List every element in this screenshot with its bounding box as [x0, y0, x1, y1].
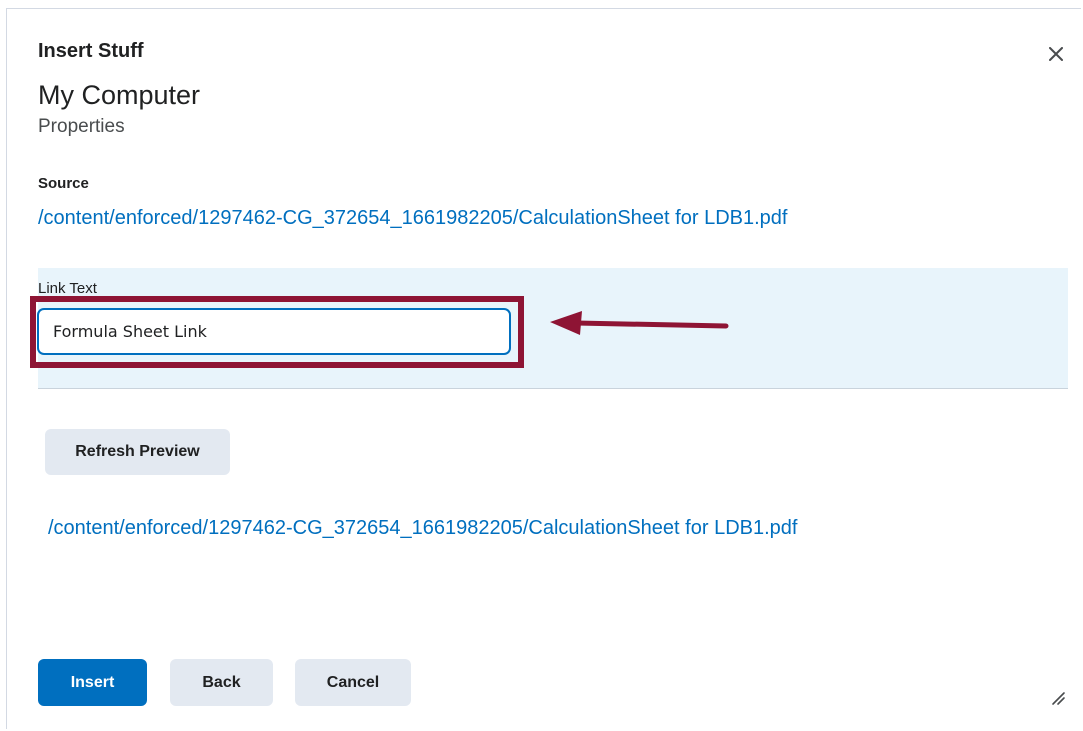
source-link[interactable]: /content/enforced/1297462-CG_372654_1661… — [38, 207, 787, 230]
close-button[interactable] — [1042, 40, 1070, 68]
section-heading: Properties — [38, 116, 125, 137]
page-subtitle: My Computer — [38, 80, 201, 110]
link-text-label: Link Text — [38, 280, 97, 297]
dialog-title: Insert Stuff — [38, 40, 144, 62]
close-icon — [1049, 47, 1063, 61]
arrow-left-icon — [550, 311, 729, 335]
preview-link[interactable]: /content/enforced/1297462-CG_372654_1661… — [48, 517, 797, 540]
insert-button[interactable]: Insert — [38, 659, 147, 706]
cancel-button[interactable]: Cancel — [295, 659, 411, 706]
back-button[interactable]: Back — [170, 659, 273, 706]
source-label: Source — [38, 175, 89, 192]
resize-handle-icon[interactable] — [1050, 690, 1066, 706]
refresh-preview-button[interactable]: Refresh Preview — [45, 429, 230, 475]
link-text-input[interactable] — [38, 309, 510, 354]
